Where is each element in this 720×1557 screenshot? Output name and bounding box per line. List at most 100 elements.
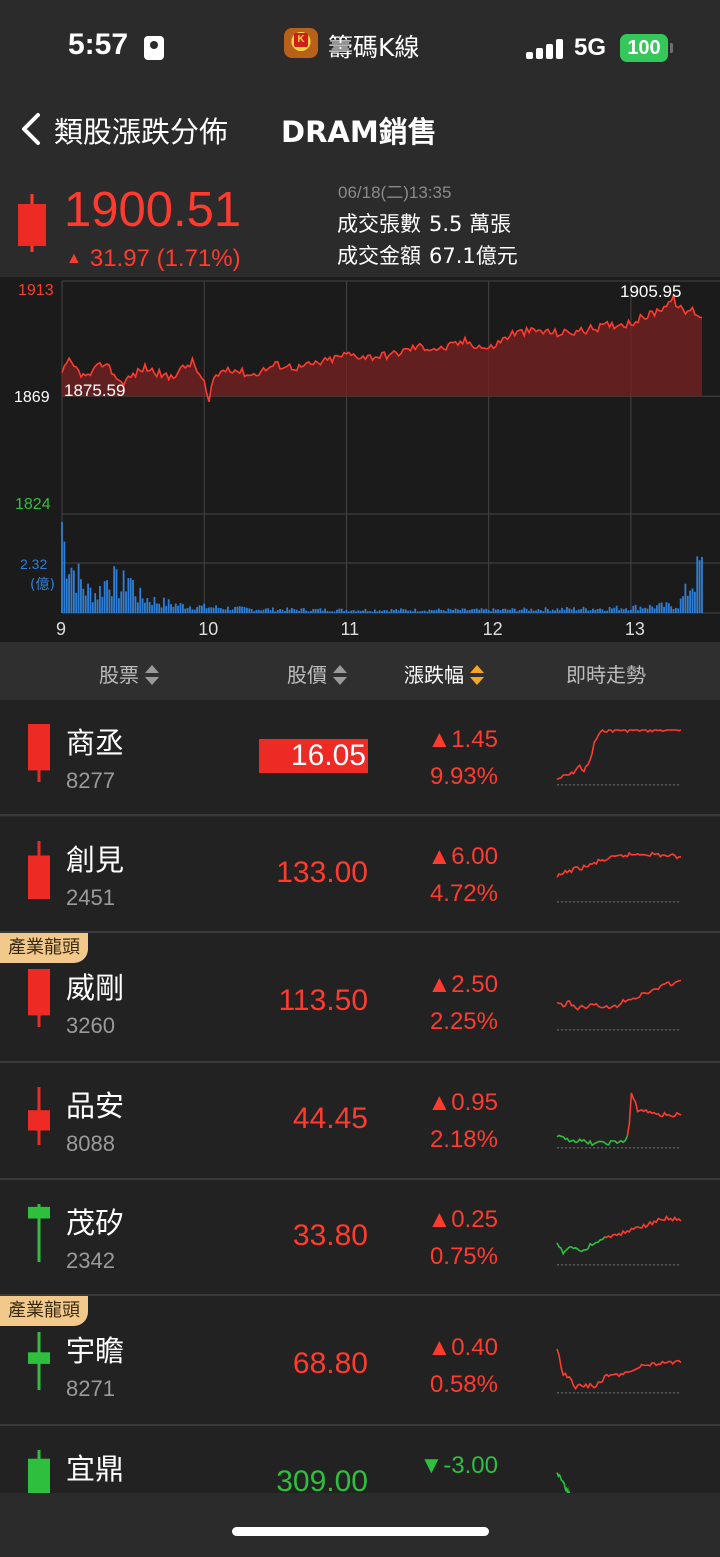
- stock-row[interactable]: 宜鼎 309.00 ▼-3.00: [0, 1426, 720, 1512]
- volume-bar: [340, 608, 343, 613]
- stock-name: 創見: [66, 843, 125, 877]
- volume-bar: [497, 609, 500, 613]
- volume-bar: [565, 607, 568, 613]
- stock-price: 33.80: [292, 1219, 368, 1252]
- page-title[interactable]: 類股漲跌分佈: [54, 109, 228, 151]
- volume-bar: [499, 610, 502, 613]
- volume-bar: [198, 605, 201, 613]
- volume-bar: [677, 608, 680, 613]
- up-arrow-icon: ▲: [66, 250, 82, 267]
- volume-bar: [362, 610, 364, 613]
- volume-bar: [421, 611, 424, 613]
- intraday-chart[interactable]: 1913 1869 1824 1875.59 1905.95 2.32 (億) …: [0, 277, 720, 642]
- col-price[interactable]: 股價: [287, 659, 347, 688]
- col-stock[interactable]: 股票: [99, 659, 159, 688]
- volume-bar: [177, 605, 180, 613]
- volume-bar: [125, 591, 127, 613]
- volume-bar: [611, 608, 613, 613]
- volume-bar: [283, 611, 286, 613]
- sparkline-path-up: [604, 1215, 682, 1239]
- volume-bar: [227, 606, 229, 613]
- volume-bar: [321, 610, 324, 613]
- volume-bar: [89, 587, 92, 613]
- volume-bar: [665, 602, 668, 613]
- volume-bar: [144, 602, 146, 613]
- x-tick-label: 11: [340, 619, 359, 639]
- high-price-label: 1905.95: [620, 282, 681, 301]
- amount-value: 67.1億元: [429, 244, 518, 268]
- chevron-left-icon[interactable]: [14, 109, 54, 149]
- stock-change-pct: 0.75%: [429, 1243, 498, 1270]
- volume-bar: [326, 610, 329, 613]
- volume-bar: [388, 611, 391, 613]
- volume-bar: [456, 609, 459, 613]
- volume-bar: [475, 608, 478, 613]
- volume-bar: [336, 609, 338, 613]
- volume-bar: [208, 607, 210, 613]
- stock-price: 133.00: [276, 856, 368, 889]
- volume-bar: [106, 580, 108, 613]
- volume-bar: [179, 603, 182, 613]
- sort-icon: [333, 664, 347, 686]
- volume-bar: [696, 556, 699, 613]
- volume-bar: [625, 608, 628, 613]
- stock-row[interactable]: 產業龍頭 宇瞻 8271 68.80 ▲0.40 0.58%: [0, 1296, 720, 1426]
- volume-bar: [238, 606, 241, 613]
- volume-bar: [596, 609, 599, 613]
- stock-row[interactable]: 產業龍頭 威剛 3260 113.50 ▲2.50 2.25%: [0, 933, 720, 1063]
- sparkline-path-down: [556, 1134, 629, 1147]
- stock-code: 3260: [66, 1013, 115, 1038]
- volume-bar: [369, 611, 372, 613]
- volume-bar: [163, 597, 165, 613]
- sparkline: [556, 1348, 682, 1394]
- volume-bar: [670, 606, 673, 613]
- volume-bar: [615, 605, 618, 613]
- stock-price: 16.05: [258, 739, 368, 773]
- volume-bar: [165, 605, 168, 613]
- sparkline-path-up: [556, 728, 682, 781]
- volume-bar: [269, 610, 272, 613]
- volume-bar: [490, 611, 492, 613]
- price-area-fill: [62, 295, 702, 402]
- volume-bar: [411, 611, 414, 613]
- volume-bar: [120, 591, 123, 613]
- volume-bar: [61, 521, 63, 613]
- stock-change: ▲0.40: [427, 1334, 498, 1361]
- volume-bar: [103, 581, 106, 613]
- col-change[interactable]: 漲跌幅: [404, 659, 484, 688]
- stock-row[interactable]: 創見 2451 133.00 ▲6.00 4.72%: [0, 817, 720, 933]
- volume-bar: [260, 610, 263, 613]
- volume-bar: [471, 609, 473, 613]
- battery-icon: 100: [620, 34, 673, 62]
- volume-bar: [506, 609, 509, 613]
- stock-row[interactable]: 茂矽 2342 33.80 ▲0.25 0.75%: [0, 1180, 720, 1296]
- volume-bar: [592, 608, 594, 613]
- y-tick-low: 1824: [15, 496, 51, 513]
- intraday-chart-svg: 1913 1869 1824 1875.59 1905.95 2.32 (億) …: [14, 280, 720, 639]
- home-indicator[interactable]: [232, 1527, 489, 1536]
- volume-bar: [141, 598, 144, 613]
- volume-bar: [191, 609, 194, 613]
- volume-bar: [113, 566, 116, 613]
- volume-bar: [122, 570, 125, 613]
- stock-change: ▲6.00: [427, 843, 498, 870]
- volume-bar: [395, 609, 398, 613]
- volume-bar: [492, 608, 495, 613]
- stock-change-pct: 9.93%: [429, 763, 498, 790]
- volume-bar: [309, 610, 312, 613]
- stock-row[interactable]: 商丞 8277 16.05 ▲1.45 9.93%: [0, 700, 720, 816]
- open-price-label: 1875.59: [64, 381, 125, 400]
- volume-bar: [385, 610, 388, 613]
- volume-bar: [250, 608, 253, 613]
- y-tick-high: 1913: [18, 282, 54, 299]
- stock-change: ▲2.50: [427, 971, 498, 998]
- volume-bar: [288, 609, 291, 613]
- stock-name: 宇瞻: [66, 1334, 125, 1368]
- volume-bar: [551, 609, 554, 613]
- volume-bar: [172, 606, 175, 613]
- sparkline: [556, 1092, 682, 1149]
- stock-row[interactable]: 品安 8088 44.45 ▲0.95 2.18%: [0, 1063, 720, 1180]
- volume-bar: [101, 596, 104, 613]
- volume-bar: [167, 599, 170, 613]
- volume-bar: [513, 608, 516, 613]
